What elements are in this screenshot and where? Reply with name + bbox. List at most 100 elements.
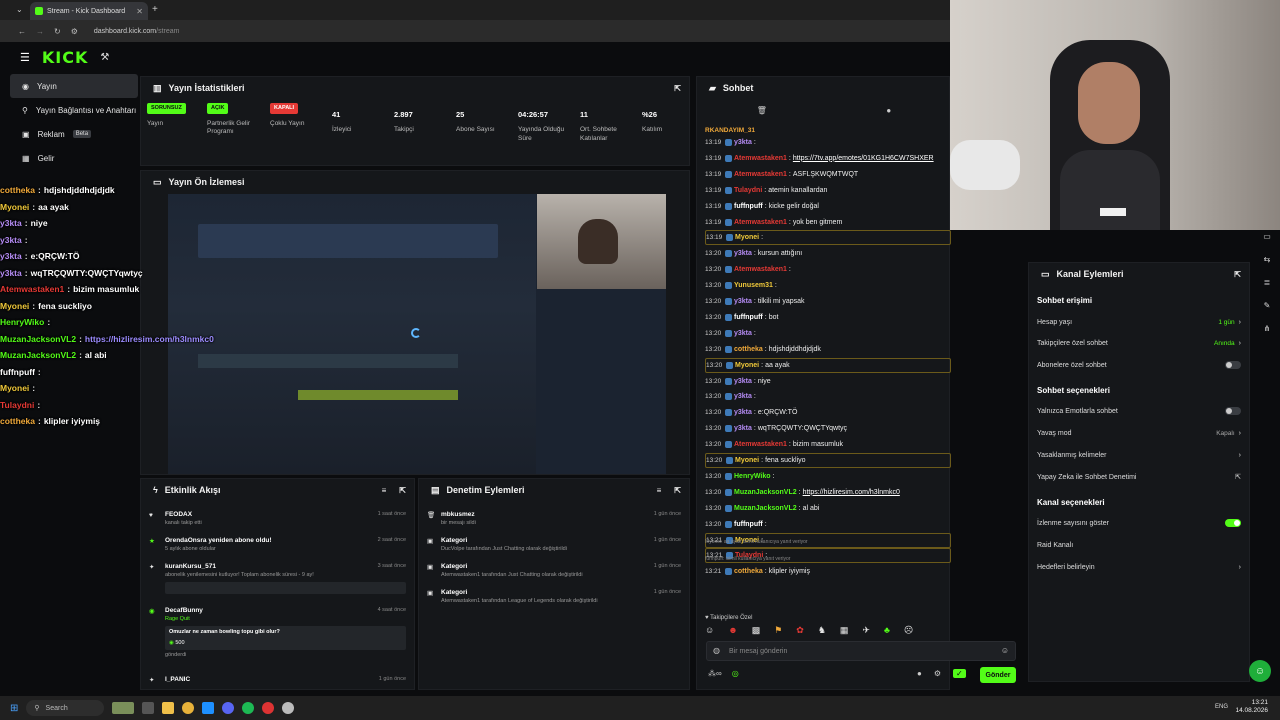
chat-message[interactable]: 13:19 Atemwastaken1: ASFLŞKWQMTWQT [705, 167, 951, 182]
pinned-user[interactable]: RKANDAYIM_31 [705, 127, 755, 134]
site-info-icon[interactable]: ⚙ [71, 27, 78, 36]
chat-message[interactable]: 13:20 fuffnpuff: [705, 517, 951, 532]
chat-message[interactable]: 13:19 y3kta: [705, 135, 951, 150]
option-raid[interactable]: Raid Kanalı [1037, 538, 1241, 552]
send-button[interactable]: Gönder [980, 667, 1016, 683]
chat-message[interactable]: 13:19 Atemwastaken1: https://7tv.app/emote… [705, 151, 951, 166]
chat-message[interactable]: 13:20 y3kta: [705, 389, 951, 404]
chat-message-user[interactable]: y3kta [734, 425, 752, 432]
infinity-icon[interactable]: ⁂∞ [708, 669, 722, 678]
chat-message[interactable]: 13:20 y3kta: tilkili mi yapsak [705, 294, 951, 309]
widgets-icon[interactable] [112, 702, 135, 714]
chat-message-user[interactable]: Atemwastaken1 [734, 441, 787, 448]
settings-icon[interactable]: ⚙ [934, 669, 941, 678]
chat-message[interactable]: 13:20 Myonei: aa ayak [705, 357, 951, 373]
chat-message-text[interactable]: https://7tv.app/emotes/01KG1H6CW7SHXER [793, 155, 934, 162]
chat-message-user[interactable]: cottheka [734, 568, 763, 575]
chat-message[interactable]: 13:19 Myonei: [705, 230, 951, 246]
chrome-icon[interactable] [182, 702, 195, 714]
chat-message-user[interactable]: y3kta [734, 393, 752, 400]
swap-icon[interactable]: ⇆ [1264, 255, 1271, 264]
chat-message[interactable]: 13:19 Atemwastaken1: yok ben gitmem [705, 215, 951, 230]
chat-message-user[interactable]: y3kta [734, 250, 752, 257]
chat-message-user[interactable]: y3kta [734, 330, 752, 337]
chat-message[interactable]: 13:20 MuzanJacksonVL2: al abi [705, 501, 951, 516]
emote-only-toggle[interactable] [1225, 407, 1241, 415]
menu-icon[interactable]: ☰ [20, 51, 30, 64]
hammer-icon[interactable]: ⚒ [100, 52, 109, 63]
chat-message-user[interactable]: Tulaydni [734, 187, 762, 194]
option-followers-chat[interactable]: Takipçilere özel sohbet Anında › [1037, 336, 1241, 350]
chat-message-user[interactable]: fuffnpuff [734, 521, 763, 528]
subs-chat-toggle[interactable] [1225, 361, 1241, 369]
popout-icon[interactable]: ⇱ [674, 84, 681, 93]
chat-message-user[interactable]: y3kta [734, 409, 752, 416]
spotify-icon[interactable] [242, 702, 255, 714]
sidebar-item-reklam[interactable]: ▣ Reklam Beta [10, 122, 138, 146]
chat-message[interactable]: 13:20 Atemwastaken1: bizim masumluk [705, 437, 951, 452]
chat-message-user[interactable]: MuzanJacksonVL2 [734, 505, 797, 512]
chat-message-user[interactable]: cottheka [734, 346, 763, 353]
chat-message[interactable]: 13:20 HenryWiko: [705, 469, 951, 484]
chat-message[interactable]: 13:20 Myonei: fena suckliyo [705, 453, 951, 468]
kick-coin-icon[interactable]: ◎ [732, 669, 739, 678]
file-explorer-icon[interactable] [162, 702, 175, 714]
chat-message-user[interactable]: Myonei [735, 362, 759, 369]
emote-icon[interactable]: ☹ [904, 625, 913, 639]
windows-start-icon[interactable]: ⊞ [10, 703, 18, 714]
option-show-viewers[interactable]: İzlenme sayısını göster [1037, 516, 1241, 530]
emote-icon[interactable]: ✿ [796, 625, 804, 639]
option-emote-only[interactable]: Yalnızca Emotlarla sohbet [1037, 404, 1241, 418]
new-tab-icon[interactable]: + [152, 4, 158, 15]
option-goals[interactable]: Hedefleri belirleyin › [1037, 560, 1241, 574]
back-icon[interactable]: ← [18, 27, 26, 36]
chat-message[interactable]: 13:20 Atemwastaken1: [705, 262, 951, 277]
sidebar-item-stream-key[interactable]: ⚲ Yayın Bağlantısı ve Anahtarı [10, 98, 138, 122]
chat-settings-bubble-icon[interactable]: ● [917, 669, 922, 678]
kick-logo[interactable]: KICK [42, 48, 89, 67]
chat-message-user[interactable]: fuffnpuff [734, 203, 763, 210]
option-slow-mode[interactable]: Yavaş mod Kapalı › [1037, 426, 1241, 440]
chat-message-user[interactable]: Atemwastaken1 [734, 155, 787, 162]
chat-message-user[interactable]: y3kta [734, 139, 752, 146]
share-icon[interactable]: ⋔ [1264, 324, 1271, 333]
emote-icon[interactable]: ♣ [884, 625, 890, 639]
chat-message[interactable]: 13:20 cottheka: hdjshdjddhdjdjdk [705, 342, 951, 357]
chat-message[interactable]: 13:20 Yunusem31: [705, 278, 951, 293]
chat-message[interactable]: 13:20 y3kta: [705, 326, 951, 341]
trash-icon[interactable]: 🗑 [757, 106, 767, 115]
chat-message[interactable]: 13:19 fuffnpuff: kicke gelir doğal [705, 199, 951, 214]
chat-message-user[interactable]: Atemwastaken1 [734, 266, 787, 273]
wrench-icon[interactable]: ✎ [1264, 301, 1271, 310]
emote-icon[interactable]: ▦ [840, 625, 849, 639]
chat-message-user[interactable]: fuffnpuff [734, 314, 763, 321]
chat-message-user[interactable]: Atemwastaken1 [734, 171, 787, 178]
option-account-age[interactable]: Hesap yaşı 1 gün › [1037, 315, 1241, 329]
option-banned-words[interactable]: Yasaklanmış kelimeler › [1037, 448, 1241, 462]
emoji-picker-icon[interactable]: ☺ [1001, 646, 1009, 655]
popout-icon[interactable]: ⇱ [399, 486, 406, 495]
option-ai-moderation[interactable]: Yapay Zeka ile Sohbet Denetimi ⇱ [1037, 470, 1241, 484]
kick-action-icon[interactable]: ✓ [953, 669, 966, 678]
chat-message[interactable]: 13:19 Tulaydni: atemin kanallardan [705, 183, 951, 198]
chat-icon[interactable]: ● [886, 106, 891, 115]
chat-message-user[interactable]: y3kta [734, 378, 752, 385]
chat-message[interactable]: 13:20 fuffnpuff: bot [705, 310, 951, 325]
emote-icon[interactable]: ♞ [818, 625, 826, 639]
stream-preview-video[interactable] [168, 194, 666, 474]
chat-message[interactable]: 13:20 MuzanJacksonVL2: https://hizliresim.… [705, 485, 951, 500]
sidebar-item-yayin[interactable]: ◉ Yayın [10, 74, 138, 98]
option-subs-chat[interactable]: Abonelere özel sohbet [1037, 358, 1241, 372]
popout-icon[interactable]: ⇱ [1234, 270, 1241, 279]
chat-message-text[interactable]: https://hizliresim.com/h3lnmkc0 [803, 489, 900, 496]
chat-message[interactable]: 13:20 y3kta: niye [705, 374, 951, 389]
filter-icon[interactable]: ≡ [382, 486, 387, 495]
reload-icon[interactable]: ↻ [54, 27, 61, 36]
popout-icon[interactable]: ⇱ [674, 486, 681, 495]
emote-icon[interactable]: ▩ [752, 625, 761, 639]
chat-message-user[interactable]: Atemwastaken1 [734, 219, 787, 226]
show-viewers-toggle[interactable] [1225, 519, 1241, 527]
chat-message[interactable]: 13:21 cottheka: klipler iyiymiş [705, 564, 951, 579]
chat-message-user[interactable]: Yunusem31 [734, 282, 773, 289]
stack-icon[interactable]: ≣ [1264, 278, 1271, 287]
